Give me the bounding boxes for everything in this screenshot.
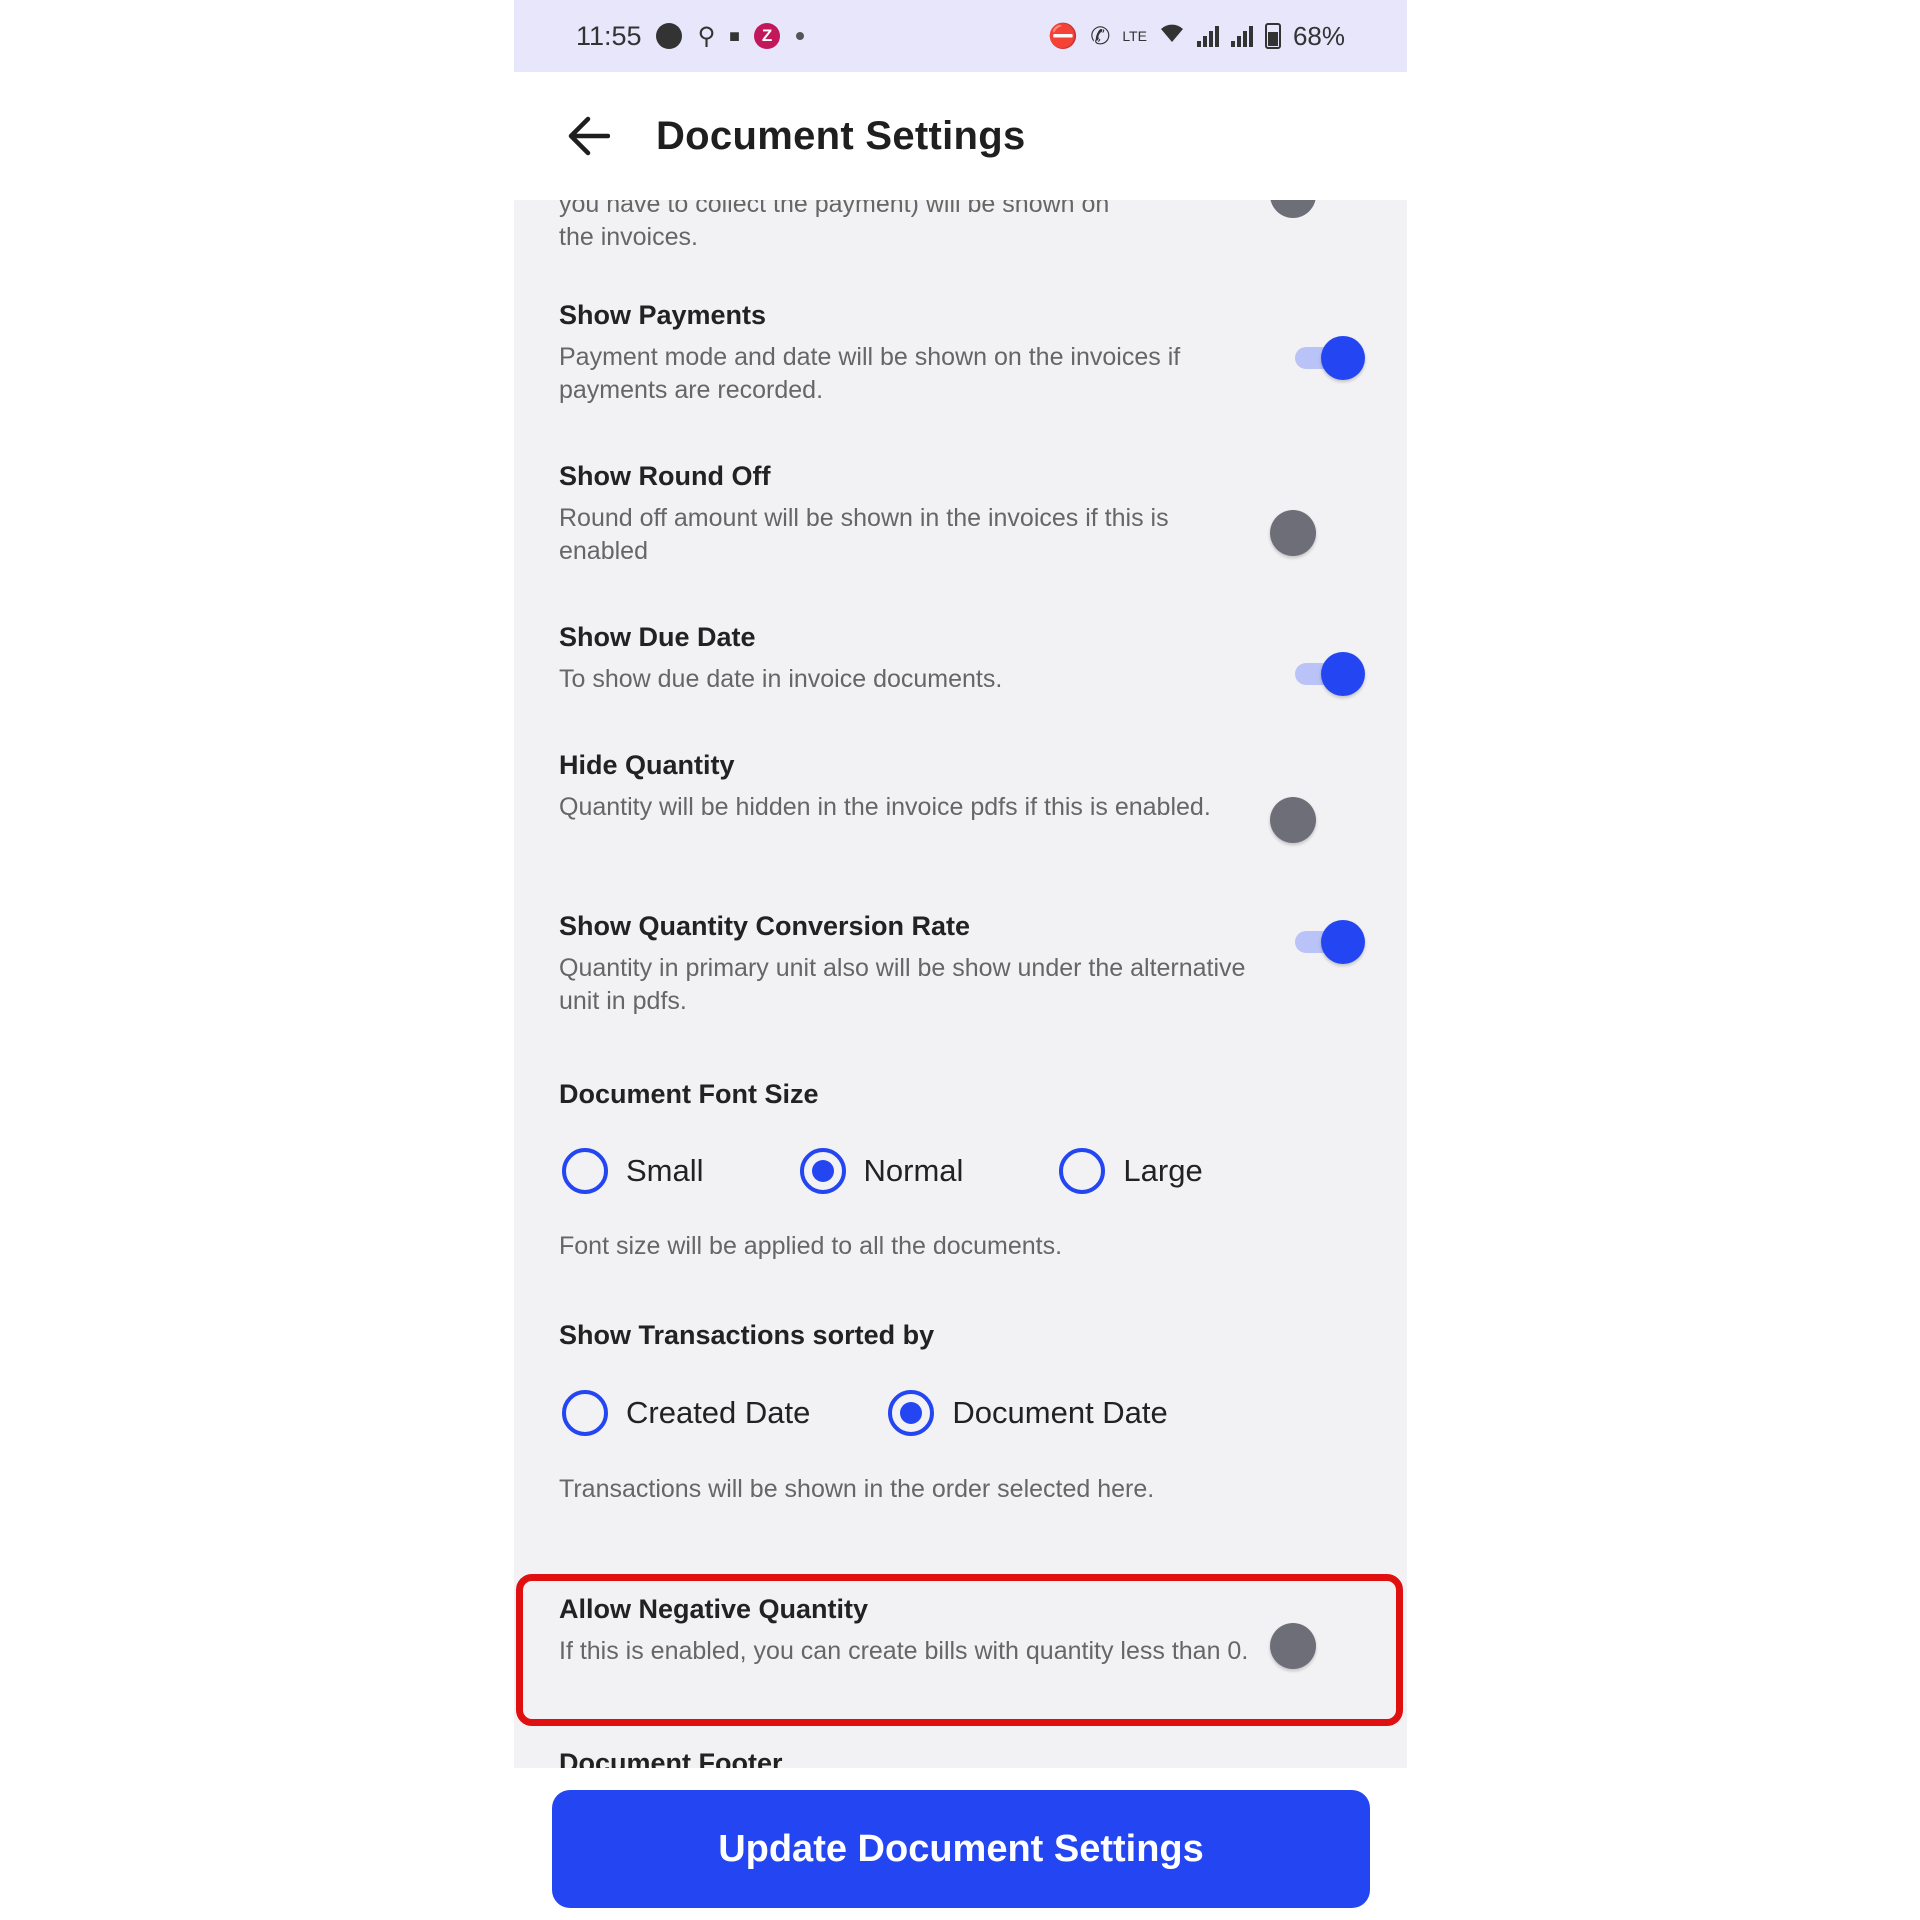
signal-icon-2	[1230, 25, 1253, 47]
page-title: Document Settings	[656, 113, 1026, 158]
setting-title: Hide Quantity	[559, 750, 735, 780]
cut-off-section-title: Document Footer	[559, 1748, 783, 1768]
radio-checked-icon	[799, 1148, 846, 1194]
back-button[interactable]	[558, 106, 618, 166]
show-quantity-conversion-rate-toggle[interactable]	[1287, 916, 1367, 966]
volte-icon: LTE	[1122, 28, 1147, 44]
battery-icon	[1264, 23, 1281, 49]
footer: Update Document Settings	[514, 1768, 1407, 1920]
setting-show-round-off: Show Round Off Round off amount will be …	[559, 461, 1349, 568]
status-bar: 11:55 ⚲ ■ Z ⛔ ✆ LTE 68%	[514, 0, 1407, 72]
font-size-radio-group: Small Normal Large	[562, 1148, 1203, 1194]
setting-title: Show Quantity Conversion Rate	[559, 911, 971, 941]
radio-checked-icon	[888, 1390, 935, 1436]
sort-by-note: Transactions will be shown in the order …	[559, 1475, 1155, 1503]
show-due-date-toggle[interactable]	[1287, 648, 1367, 698]
phone-screen: 11:55 ⚲ ■ Z ⛔ ✆ LTE 68% Document Setting…	[514, 0, 1407, 1920]
font-size-normal-radio[interactable]: Normal	[799, 1148, 963, 1194]
font-size-large-radio[interactable]: Large	[1059, 1148, 1203, 1194]
shield-icon: ⚲	[697, 22, 716, 50]
wifi-call-icon: ✆	[1090, 22, 1111, 50]
font-size-small-radio[interactable]: Small	[562, 1148, 704, 1194]
setting-description: Round off amount will be shown in the in…	[559, 504, 1169, 565]
radio-unchecked-icon	[562, 1148, 608, 1194]
wifi-icon	[1159, 22, 1185, 51]
setting-show-payments: Show Payments Payment mode and date will…	[559, 300, 1349, 407]
font-size-title: Document Font Size	[559, 1079, 819, 1109]
setting-description: If this is enabled, you can create bills…	[559, 1637, 1249, 1665]
setting-description: Quantity will be hidden in the invoice p…	[559, 793, 1211, 821]
cut-off-description: you have to collect the payment) will be…	[559, 200, 1110, 251]
settings-list[interactable]: you have to collect the payment) will be…	[514, 200, 1407, 1768]
cut-off-toggle[interactable]	[1270, 200, 1316, 218]
setting-description: Quantity in primary unit also will be sh…	[559, 954, 1246, 1015]
sort-by-radio-group: Created Date Document Date	[562, 1390, 1168, 1436]
radio-unchecked-icon	[1059, 1148, 1106, 1194]
z-app-icon: Z	[754, 23, 781, 49]
setting-hide-quantity: Hide Quantity Quantity will be hidden in…	[559, 750, 1349, 824]
setting-description: To show due date in invoice documents.	[559, 665, 1003, 693]
status-right-icons: ⛔ ✆ LTE 68%	[1048, 21, 1345, 52]
sort-created-date-radio[interactable]: Created Date	[562, 1390, 810, 1436]
setting-title: Allow Negative Quantity	[559, 1594, 869, 1624]
sort-by-note-wrap: Transactions will be shown in the order …	[559, 1473, 1349, 1506]
lock-icon: ■	[729, 25, 741, 46]
chat-icon	[655, 23, 682, 49]
allow-negative-quantity-toggle[interactable]	[1270, 1619, 1350, 1669]
radio-unchecked-icon	[562, 1390, 608, 1436]
setting-sort-transactions: Show Transactions sorted by	[559, 1320, 1349, 1351]
update-document-settings-button[interactable]: Update Document Settings	[552, 1790, 1370, 1908]
setting-description: Payment mode and date will be shown on t…	[559, 343, 1181, 404]
signal-icon	[1196, 25, 1219, 47]
app-header: Document Settings	[514, 72, 1407, 200]
setting-document-font-size: Document Font Size	[559, 1079, 1349, 1110]
dnd-icon: ⛔	[1048, 22, 1079, 50]
hide-quantity-toggle[interactable]	[1270, 793, 1350, 843]
sort-by-title: Show Transactions sorted by	[559, 1320, 935, 1350]
status-time: 11:55	[576, 20, 642, 51]
setting-allow-negative-quantity: Allow Negative Quantity If this is enabl…	[559, 1594, 1349, 1668]
show-round-off-toggle[interactable]	[1270, 506, 1350, 556]
arrow-left-icon	[568, 116, 610, 156]
font-size-note-wrap: Font size will be applied to all the doc…	[559, 1230, 1349, 1263]
setting-show-quantity-conversion-rate: Show Quantity Conversion Rate Quantity i…	[559, 911, 1349, 1018]
show-payments-toggle[interactable]	[1287, 332, 1367, 382]
setting-show-due-date: Show Due Date To show due date in invoic…	[559, 622, 1349, 696]
setting-title: Show Round Off	[559, 461, 771, 491]
battery-percent: 68%	[1292, 20, 1345, 51]
sort-document-date-radio[interactable]: Document Date	[888, 1390, 1168, 1436]
dot-icon	[796, 32, 805, 40]
font-size-note: Font size will be applied to all the doc…	[559, 1232, 1063, 1260]
setting-title: Show Due Date	[559, 622, 756, 652]
setting-title: Show Payments	[559, 300, 767, 330]
